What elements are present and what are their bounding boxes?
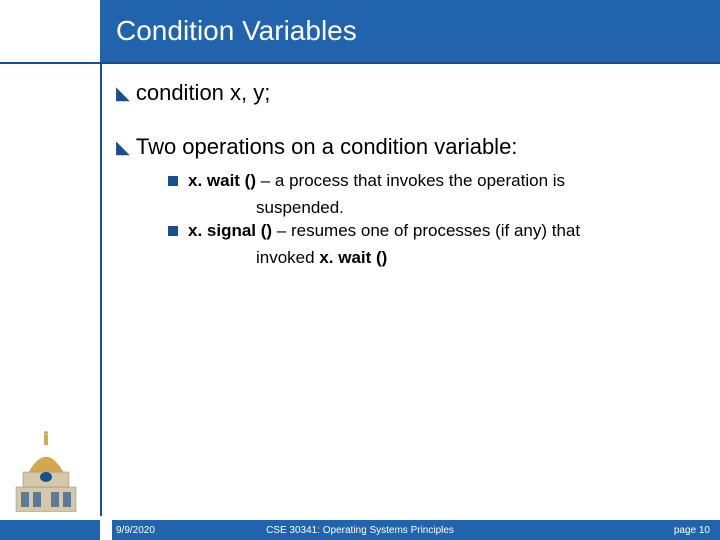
footer-date: 9/9/2020 xyxy=(116,525,155,536)
sub-bullet-1-text: x. wait () – a process that invokes the … xyxy=(188,170,565,193)
arrow-bullet-icon: ◣ xyxy=(116,83,130,104)
footer-course: CSE 30341: Operating Systems Principles xyxy=(266,525,454,536)
dome-icon xyxy=(11,427,81,512)
slide: Condition Variables ◣ condition x, y; ◣ … xyxy=(0,0,720,540)
bullet-text-1: condition x, y; xyxy=(136,80,271,106)
square-bullet-icon xyxy=(168,226,178,236)
sub2-cont-bold: x. wait () xyxy=(319,248,387,267)
bullet-main-2: ◣ Two operations on a condition variable… xyxy=(116,134,690,160)
footer-notch xyxy=(100,520,112,540)
header-left-blank xyxy=(0,0,100,62)
sub2-continuation: invoked x. wait () xyxy=(168,247,690,270)
bullet-text-2: Two operations on a condition variable: xyxy=(136,134,518,160)
footer-page: page 10 xyxy=(674,525,710,536)
sub-bullet-2-text: x. signal () – resumes one of processes … xyxy=(188,220,580,243)
sub-bullet-list: x. wait () – a process that invokes the … xyxy=(168,170,690,270)
vertical-divider xyxy=(100,62,102,516)
slide-header: Condition Variables xyxy=(100,0,720,62)
square-bullet-icon xyxy=(168,176,178,186)
horizontal-divider xyxy=(0,62,720,64)
sub1-continuation: suspended. xyxy=(168,197,690,220)
sub2-cont-a: invoked xyxy=(256,248,319,267)
sub1-bold: x. wait () xyxy=(188,171,261,190)
sub1-rest: – a process that invokes the operation i… xyxy=(261,171,565,190)
sub-bullet-1: x. wait () – a process that invokes the … xyxy=(168,170,690,193)
arrow-bullet-icon: ◣ xyxy=(116,137,130,158)
logo-dome xyxy=(6,422,86,512)
sub2-bold: x. signal () xyxy=(188,221,277,240)
sub-bullet-2: x. signal () – resumes one of processes … xyxy=(168,220,690,243)
slide-content: ◣ condition x, y; ◣ Two operations on a … xyxy=(116,80,690,270)
sub2-rest: – resumes one of processes (if any) that xyxy=(277,221,580,240)
slide-title: Condition Variables xyxy=(116,15,357,47)
bullet-main-1: ◣ condition x, y; xyxy=(116,80,690,106)
